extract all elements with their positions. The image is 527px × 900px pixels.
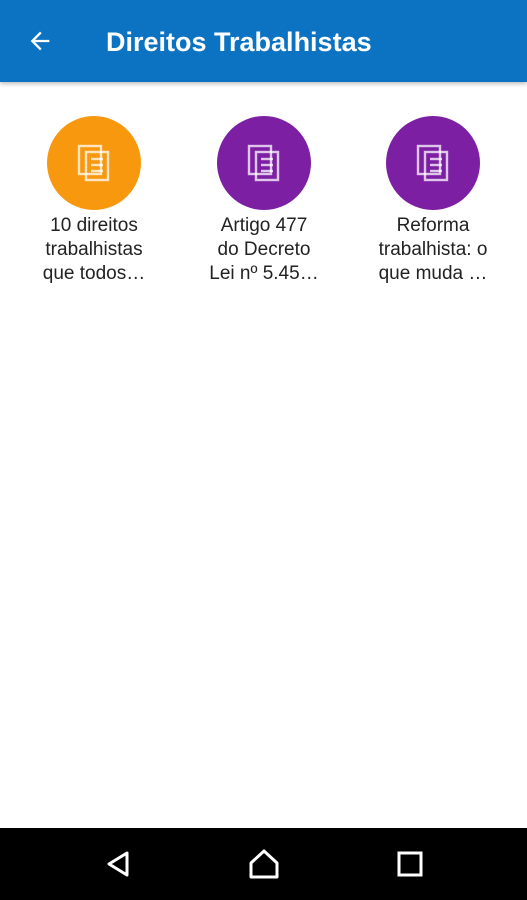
arrow-back-icon — [30, 31, 50, 51]
content-area: 10 direitos trabalhistas que todos… Arti… — [0, 82, 527, 828]
nav-back-button[interactable] — [90, 842, 146, 886]
nav-home-icon — [249, 849, 279, 879]
document-item-reforma[interactable]: Reforma trabalhista: o que muda … — [358, 116, 508, 286]
document-item-circle — [217, 116, 311, 210]
document-item-direitos[interactable]: 10 direitos trabalhistas que todos… — [19, 116, 169, 286]
document-item-circle — [47, 116, 141, 210]
document-item-circle — [386, 116, 480, 210]
document-item-label: Artigo 477 do Decreto Lei nº 5.45… — [209, 215, 319, 284]
document-icon — [77, 144, 110, 182]
nav-back-icon — [107, 851, 129, 877]
document-icon — [247, 144, 280, 182]
document-item-label: Reforma trabalhista: o que muda … — [378, 215, 488, 284]
document-item-label: 10 direitos trabalhistas que todos… — [42, 215, 146, 284]
system-nav-bar — [0, 828, 527, 900]
app-bar: Direitos Trabalhistas — [0, 0, 527, 82]
nav-home-button[interactable] — [236, 842, 292, 886]
page-title: Direitos Trabalhistas — [106, 27, 372, 57]
nav-recents-button[interactable] — [382, 842, 438, 886]
back-button[interactable] — [18, 19, 62, 63]
nav-recents-icon — [397, 851, 423, 877]
document-item-artigo-477[interactable]: Artigo 477 do Decreto Lei nº 5.45… — [189, 116, 339, 286]
document-icon — [416, 144, 449, 182]
